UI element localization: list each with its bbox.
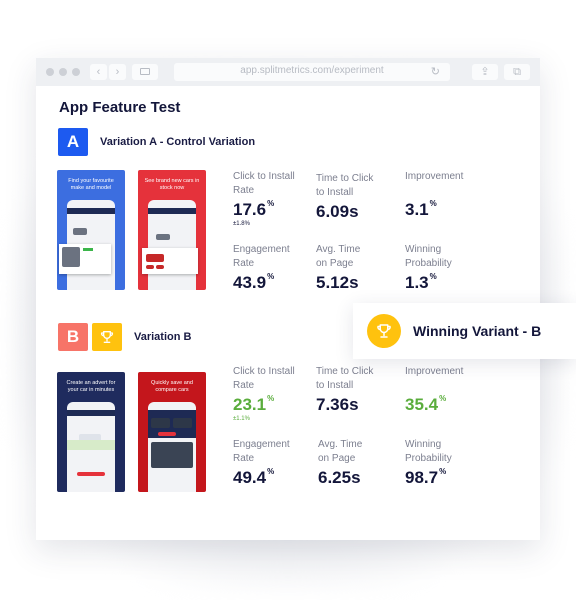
metric-value: 49.4% [233, 467, 275, 487]
tabs-icon: ⧉ [513, 66, 521, 78]
phone-header [67, 208, 115, 214]
listing-card [59, 244, 111, 274]
back-icon: ‹ [96, 66, 101, 78]
metric-value: 5.12s [316, 273, 359, 292]
metric-label: Engagement Rate [233, 244, 290, 269]
variation-a-win-probability-metric: Winning Probability 1.3% [405, 243, 452, 293]
variation-a-badge: A [58, 128, 88, 156]
car-image [156, 265, 164, 269]
metric-value: 98.7% [405, 467, 447, 487]
screenshot-caption: See brand new cars in stock now [144, 178, 200, 192]
metric-value: 17.6% [233, 199, 275, 219]
address-bar[interactable]: app.splitmetrics.com/experiment ↻ [174, 63, 450, 81]
screenshot-caption: Quickly save and compare cars [151, 380, 193, 394]
url-text: app.splitmetrics.com/experiment [240, 65, 384, 76]
metric-label: Improvement [405, 171, 464, 182]
variation-b-screenshot-2: Quickly save and compare cars [138, 372, 206, 492]
variation-b-engagement-metric: Engagement Rate 49.4% [233, 438, 290, 488]
phone-mockup [148, 200, 196, 290]
tabs-button[interactable]: ⧉ [504, 64, 530, 80]
phone-header [148, 208, 196, 214]
variation-b-avg-time-metric: Avg. Time on Page 6.25s [318, 438, 362, 488]
car-image [156, 234, 170, 240]
winning-variant-card: Winning Variant - B [353, 303, 576, 359]
car-image [173, 418, 192, 428]
screenshot-caption: Find your favourite make and model [68, 178, 114, 192]
metric-label: Winning Probability [405, 439, 452, 464]
metric-label: Click to Install Rate [233, 366, 295, 391]
variation-a-improvement-metric: Improvement 3.1% [405, 170, 463, 220]
metric-value: 3.1% [405, 199, 437, 219]
car-image [151, 418, 170, 428]
variation-a-label: Variation A - Control Variation [100, 136, 256, 148]
back-button[interactable]: ‹ [90, 64, 107, 80]
variation-a-avg-time-metric: Avg. Time on Page 5.12s [316, 243, 360, 293]
metric-margin: ±1.1% [233, 416, 250, 422]
metric-value: 6.25s [318, 468, 361, 487]
forward-button[interactable]: › [109, 64, 126, 80]
trophy-icon [100, 331, 114, 343]
browser-toolbar: ‹ › app.splitmetrics.com/experiment ↻ ⇪ … [36, 58, 540, 86]
price-tag [83, 248, 93, 251]
car-image [146, 254, 164, 262]
phone-cta [158, 432, 176, 436]
car-image [151, 442, 193, 468]
metric-label: Time to Click to Install [316, 366, 374, 391]
reload-icon[interactable]: ↻ [431, 65, 440, 78]
phone-mockup [148, 402, 196, 492]
share-button[interactable]: ⇪ [472, 64, 498, 80]
variation-b-label: Variation B [134, 331, 192, 343]
metric-value: 43.9% [233, 272, 275, 292]
trophy-icon [377, 324, 391, 338]
variation-b-screenshot-1: Create an advert for your car in minutes [57, 372, 125, 492]
browser-window: ‹ › app.splitmetrics.com/experiment ↻ ⇪ … [36, 58, 540, 540]
variation-a-time-to-click-metric: Time to Click to Install 6.09s [316, 172, 373, 222]
metric-label: Winning Probability [405, 244, 452, 269]
page-title: App Feature Test [59, 99, 181, 116]
variation-b-improvement-metric: Improvement 35.4% [405, 365, 463, 415]
metric-label: Improvement [405, 366, 464, 377]
variation-b-badge: B [58, 323, 88, 351]
variation-a-screenshot-2: See brand new cars in stock now [138, 170, 206, 290]
winning-variant-text: Winning Variant - B [413, 323, 542, 339]
car-image [62, 247, 80, 267]
window-maximize-dot[interactable] [72, 68, 80, 76]
metric-label: Click to Install Rate [233, 171, 295, 196]
sidebar-button[interactable] [132, 64, 158, 80]
metric-label: Avg. Time on Page [318, 439, 363, 464]
metric-label: Avg. Time on Page [316, 244, 361, 269]
variation-b-ctr-metric: Click to Install Rate 23.1% ±1.1% [233, 365, 295, 422]
trophy-circle [367, 314, 401, 348]
sidebar-icon [140, 68, 150, 75]
metric-value: 35.4% [405, 394, 447, 414]
phone-cta [77, 472, 105, 476]
variation-b-win-probability-metric: Winning Probability 98.7% [405, 438, 452, 488]
variation-a-engagement-metric: Engagement Rate 43.9% [233, 243, 290, 293]
metric-value: 23.1% [233, 394, 275, 414]
variation-b-time-to-click-metric: Time to Click to Install 7.36s [316, 365, 373, 415]
phone-header [67, 410, 115, 416]
car-image [146, 265, 154, 269]
share-icon: ⇪ [480, 66, 490, 78]
metric-margin: ±1.8% [233, 221, 250, 227]
metric-label: Time to Click to Install [316, 173, 374, 198]
grass-graphic [67, 440, 115, 450]
phone-mockup [67, 402, 115, 492]
variation-b-trophy-badge [92, 323, 122, 351]
variation-a-ctr-metric: Click to Install Rate 17.6% ±1.8% [233, 170, 295, 227]
forward-icon: › [115, 66, 120, 78]
metric-value: 1.3% [405, 272, 437, 292]
screenshot-caption: Create an advert for your car in minutes [66, 380, 116, 394]
metric-label: Engagement Rate [233, 439, 290, 464]
car-image [73, 228, 87, 235]
window-minimize-dot[interactable] [59, 68, 67, 76]
metric-value: 7.36s [316, 395, 359, 414]
listing-card [142, 248, 198, 274]
window-close-dot[interactable] [46, 68, 54, 76]
variation-a-screenshot-1: Find your favourite make and model [57, 170, 125, 290]
metric-value: 6.09s [316, 202, 359, 221]
